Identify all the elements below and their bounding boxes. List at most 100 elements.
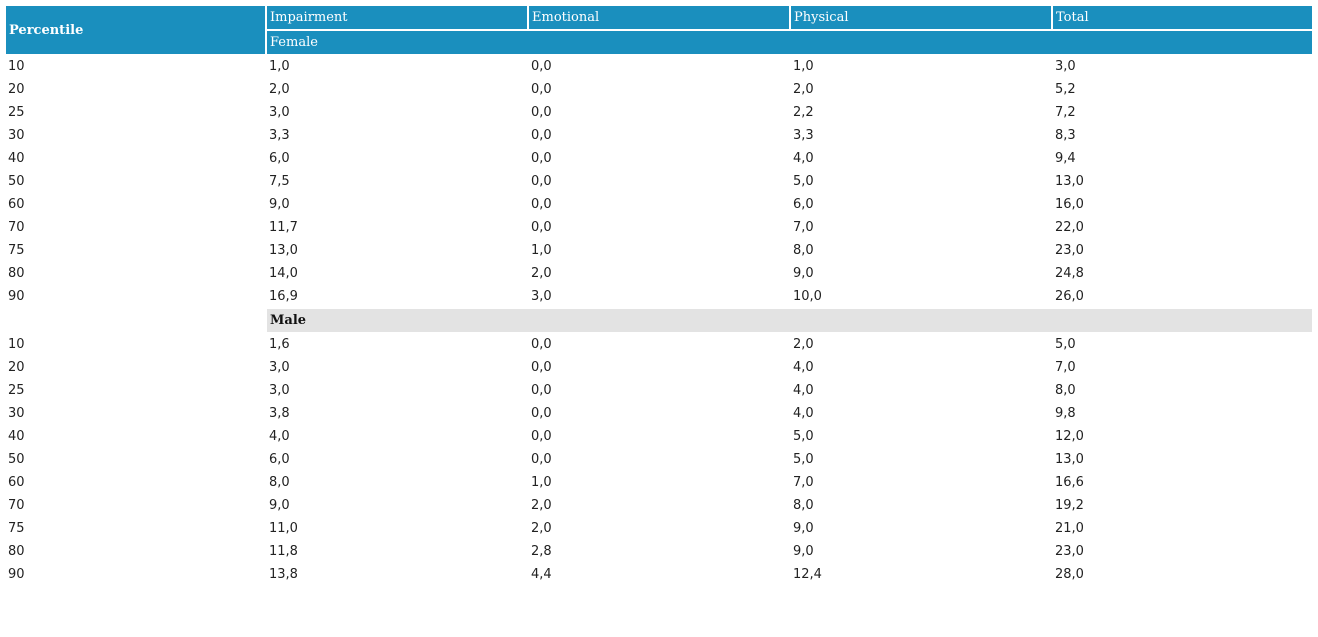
impairment-cell: 9,0 — [269, 197, 290, 212]
physical-cell: 7,0 — [793, 220, 814, 235]
impairment-cell: 3,0 — [269, 105, 290, 120]
male-group-label: Male — [267, 309, 1312, 332]
emotional-cell: 0,0 — [531, 360, 552, 375]
table-row: 90 16,9 3,0 10,0 26,0 — [6, 286, 1312, 307]
emotional-cell: 0,0 — [531, 406, 552, 421]
physical-cell: 4,0 — [793, 360, 814, 375]
total-cell: 9,8 — [1055, 406, 1076, 421]
physical-cell: 10,0 — [793, 289, 822, 304]
emotional-cell: 0,0 — [531, 337, 552, 352]
percentile-cell: 25 — [8, 105, 25, 120]
emotional-cell: 0,0 — [531, 429, 552, 444]
physical-cell: 8,0 — [793, 498, 814, 513]
physical-cell: 3,3 — [793, 128, 814, 143]
percentile-cell: 75 — [8, 521, 25, 536]
impairment-cell: 11,8 — [269, 544, 298, 559]
table-row: 20 3,0 0,0 4,0 7,0 — [6, 357, 1312, 378]
percentile-cell: 40 — [8, 429, 25, 444]
female-rows: 10 1,0 0,0 1,0 3,0 20 2,0 0,0 2,0 5,2 25 3,0 0,0 2,2 7… — [6, 56, 1312, 307]
physical-cell: 2,0 — [793, 337, 814, 352]
emotional-cell: 0,0 — [531, 174, 552, 189]
total-cell: 13,0 — [1055, 174, 1084, 189]
table-row: 20 2,0 0,0 2,0 5,2 — [6, 79, 1312, 100]
table-row: 30 3,8 0,0 4,0 9,8 — [6, 403, 1312, 424]
physical-cell: 4,0 — [793, 151, 814, 166]
percentile-cell: 30 — [8, 128, 25, 143]
impairment-cell: 6,0 — [269, 452, 290, 467]
physical-cell: 9,0 — [793, 521, 814, 536]
table-row: 25 3,0 0,0 4,0 8,0 — [6, 380, 1312, 401]
emotional-cell: 0,0 — [531, 197, 552, 212]
emotional-cell: 2,0 — [531, 266, 552, 281]
percentile-cell: 50 — [8, 452, 25, 467]
table-row: 30 3,3 0,0 3,3 8,3 — [6, 125, 1312, 146]
table-row: 80 14,0 2,0 9,0 24,8 — [6, 263, 1312, 284]
total-cell: 28,0 — [1055, 567, 1084, 582]
total-cell: 24,8 — [1055, 266, 1084, 281]
physical-cell: 4,0 — [793, 383, 814, 398]
male-group-section: Male — [6, 309, 1312, 332]
physical-cell: 5,0 — [793, 452, 814, 467]
physical-cell: 6,0 — [793, 197, 814, 212]
total-cell: 8,3 — [1055, 128, 1076, 143]
percentile-cell: 70 — [8, 498, 25, 513]
table-row: 70 9,0 2,0 8,0 19,2 — [6, 495, 1312, 516]
table-row: 25 3,0 0,0 2,2 7,2 — [6, 102, 1312, 123]
emotional-cell: 0,0 — [531, 128, 552, 143]
impairment-header: Impairment — [267, 6, 527, 29]
total-cell: 5,2 — [1055, 82, 1076, 97]
impairment-cell: 11,7 — [269, 220, 298, 235]
impairment-cell: 3,3 — [269, 128, 290, 143]
emotional-cell: 2,0 — [531, 521, 552, 536]
impairment-cell: 8,0 — [269, 475, 290, 490]
emotional-cell: 0,0 — [531, 59, 552, 74]
total-cell: 21,0 — [1055, 521, 1084, 536]
percentile-cell: 75 — [8, 243, 25, 258]
emotional-cell: 2,0 — [531, 498, 552, 513]
table-row: 40 4,0 0,0 5,0 12,0 — [6, 426, 1312, 447]
impairment-cell: 13,0 — [269, 243, 298, 258]
impairment-cell: 11,0 — [269, 521, 298, 536]
emotional-cell: 4,4 — [531, 567, 552, 582]
emotional-cell: 1,0 — [531, 243, 552, 258]
emotional-cell: 3,0 — [531, 289, 552, 304]
table-row: 70 11,7 0,0 7,0 22,0 — [6, 217, 1312, 238]
female-group-label: Female — [267, 31, 1312, 54]
percentile-cell: 20 — [8, 360, 25, 375]
percentile-cell: 10 — [8, 337, 25, 352]
percentile-cell: 80 — [8, 266, 25, 281]
table-row: 90 13,8 4,4 12,4 28,0 — [6, 564, 1312, 585]
table-row: 40 6,0 0,0 4,0 9,4 — [6, 148, 1312, 169]
percentile-cell: 90 — [8, 289, 25, 304]
emotional-cell: 0,0 — [531, 82, 552, 97]
percentile-cell: 40 — [8, 151, 25, 166]
percentile-header: Percentile — [6, 6, 265, 54]
percentile-cell: 10 — [8, 59, 25, 74]
emotional-cell: 0,0 — [531, 105, 552, 120]
percentile-cell: 20 — [8, 82, 25, 97]
percentile-cell: 25 — [8, 383, 25, 398]
table-row: 60 9,0 0,0 6,0 16,0 — [6, 194, 1312, 215]
table-row: 10 1,6 0,0 2,0 5,0 — [6, 334, 1312, 355]
male-rows: 10 1,6 0,0 2,0 5,0 20 3,0 0,0 4,0 7,0 25 3,0 0,0 4,0 8… — [6, 334, 1312, 585]
total-cell: 19,2 — [1055, 498, 1084, 513]
total-cell: 7,0 — [1055, 360, 1076, 375]
male-group-row: Male — [6, 309, 1312, 332]
total-cell: 12,0 — [1055, 429, 1084, 444]
impairment-cell: 1,6 — [269, 337, 290, 352]
emotional-cell: 0,0 — [531, 452, 552, 467]
emotional-cell: 2,8 — [531, 544, 552, 559]
table-row: 75 13,0 1,0 8,0 23,0 — [6, 240, 1312, 261]
total-cell: 23,0 — [1055, 243, 1084, 258]
total-cell: 9,4 — [1055, 151, 1076, 166]
table-row: 10 1,0 0,0 1,0 3,0 — [6, 56, 1312, 77]
impairment-cell: 3,0 — [269, 360, 290, 375]
physical-header: Physical — [791, 6, 1051, 29]
physical-cell: 4,0 — [793, 406, 814, 421]
percentile-table: Percentile Impairment Emotional Physical… — [4, 4, 1314, 587]
impairment-cell: 2,0 — [269, 82, 290, 97]
total-cell: 8,0 — [1055, 383, 1076, 398]
physical-cell: 1,0 — [793, 59, 814, 74]
total-cell: 13,0 — [1055, 452, 1084, 467]
total-cell: 3,0 — [1055, 59, 1076, 74]
